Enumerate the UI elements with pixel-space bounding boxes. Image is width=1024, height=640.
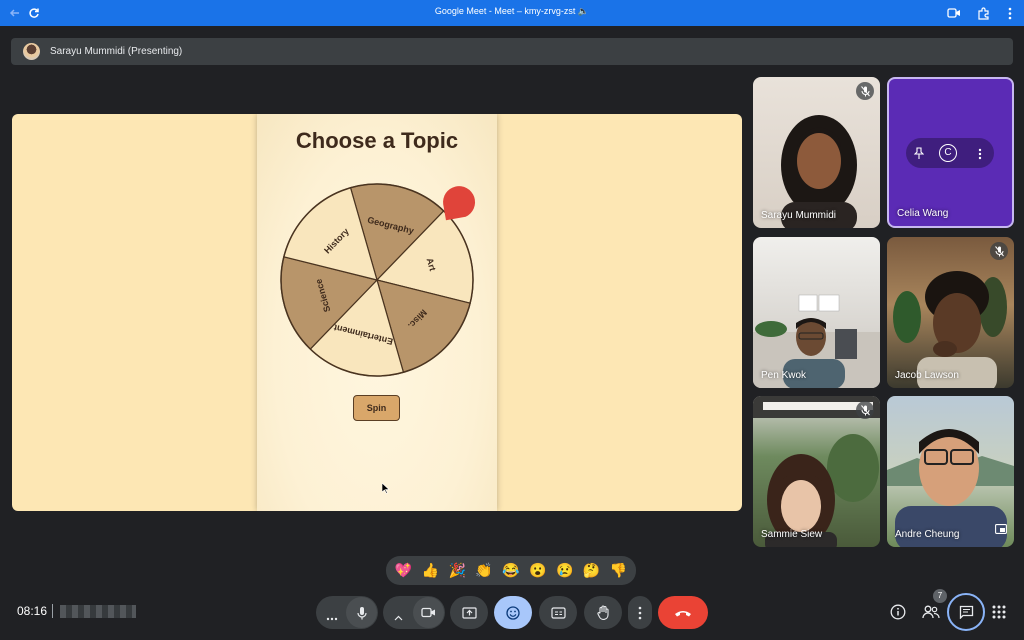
camera-icon bbox=[421, 607, 435, 618]
raise-hand-button[interactable] bbox=[584, 596, 622, 629]
presenter-avatar bbox=[23, 43, 40, 60]
reaction-thumbs-up[interactable]: 👍 bbox=[419, 562, 441, 579]
reaction-bar: 💖 👍 🎉 👏 😂 😮 😢 🤔 👎 bbox=[386, 556, 636, 585]
mic-control-group bbox=[316, 596, 378, 629]
chat-icon bbox=[959, 605, 973, 619]
reaction-laugh[interactable]: 😂 bbox=[500, 562, 522, 579]
participant-tile[interactable]: Sarayu Mummidi bbox=[753, 77, 880, 228]
participant-tile[interactable]: C Celia Wang bbox=[887, 77, 1014, 228]
tile-hover-controls: C bbox=[906, 138, 994, 168]
shared-screen[interactable]: Choose a Topic Geography Art Misc. Entertai… bbox=[12, 114, 742, 511]
participant-video bbox=[753, 396, 880, 547]
reaction-surprised[interactable]: 😮 bbox=[527, 562, 549, 579]
presenting-banner: Sarayu Mummidi (Presenting) bbox=[11, 38, 1013, 65]
people-icon bbox=[922, 605, 940, 619]
participant-name: Celia Wang bbox=[897, 208, 949, 219]
window-titlebar: Google Meet - Meet – kmy-zrvg-zst 🔈 bbox=[0, 0, 1024, 26]
more-vert-icon bbox=[638, 606, 642, 619]
participant-tile[interactable]: Jacob Lawson bbox=[887, 237, 1014, 388]
reaction-heart[interactable]: 💖 bbox=[392, 562, 414, 579]
leave-call-button[interactable] bbox=[658, 596, 708, 629]
captions-icon bbox=[550, 606, 566, 619]
camera-control-group bbox=[383, 596, 445, 629]
spin-button[interactable]: Spin bbox=[353, 395, 400, 421]
participant-name: Jacob Lawson bbox=[895, 370, 959, 381]
presenter-label: Sarayu Mummidi (Presenting) bbox=[50, 46, 183, 57]
microphone-button[interactable] bbox=[346, 597, 377, 628]
captions-button[interactable] bbox=[539, 596, 577, 629]
present-screen-button[interactable] bbox=[450, 596, 488, 629]
participant-tile[interactable]: Andre Cheung bbox=[887, 396, 1014, 547]
more-options-button[interactable] bbox=[628, 596, 652, 629]
participant-avatar: C bbox=[939, 144, 957, 162]
divider bbox=[52, 604, 53, 618]
meeting-clock: 08:16 bbox=[17, 604, 48, 618]
end-call-icon bbox=[675, 610, 691, 616]
reaction-sad[interactable]: 😢 bbox=[554, 562, 576, 579]
chevron-up-icon[interactable] bbox=[394, 608, 403, 626]
redacted-meeting-code bbox=[60, 605, 136, 618]
camera-icon[interactable] bbox=[945, 4, 963, 22]
pin-icon[interactable] bbox=[913, 146, 925, 164]
participant-video bbox=[893, 271, 1007, 388]
reaction-party[interactable]: 🎉 bbox=[446, 562, 468, 579]
mic-off-icon bbox=[856, 401, 874, 419]
mouse-cursor-icon bbox=[382, 483, 390, 494]
meeting-details-button[interactable] bbox=[886, 600, 910, 624]
people-button[interactable] bbox=[919, 600, 943, 624]
present-screen-icon bbox=[461, 606, 477, 619]
reaction-thinking[interactable]: 🤔 bbox=[581, 562, 603, 579]
mic-off-icon bbox=[990, 242, 1008, 260]
chat-button[interactable] bbox=[947, 593, 985, 631]
topic-wheel-panel: Choose a Topic Geography Art Misc. Entertai… bbox=[257, 114, 497, 511]
reactions-button[interactable] bbox=[494, 596, 532, 629]
more-audio-options-icon[interactable] bbox=[326, 608, 338, 626]
pointer-marker bbox=[443, 186, 476, 221]
participant-count-badge: 7 bbox=[933, 589, 947, 603]
reaction-thumbs-down[interactable]: 👎 bbox=[607, 562, 629, 579]
picture-in-picture-icon bbox=[995, 521, 1007, 539]
participant-name: Sammie Siew bbox=[761, 529, 823, 540]
info-icon bbox=[890, 604, 906, 620]
more-options-icon[interactable] bbox=[978, 147, 982, 165]
extensions-icon[interactable] bbox=[974, 4, 992, 22]
participant-tile[interactable]: Pen Kwok bbox=[753, 237, 880, 388]
participant-video bbox=[753, 294, 880, 388]
emoji-icon bbox=[506, 605, 520, 620]
window-title: Google Meet - Meet – kmy-zrvg-zst 🔈 bbox=[434, 6, 590, 16]
activities-button[interactable] bbox=[987, 600, 1011, 624]
hand-icon bbox=[596, 605, 609, 620]
more-vert-icon[interactable] bbox=[1001, 4, 1019, 22]
mic-off-icon bbox=[856, 82, 874, 100]
participant-name: Andre Cheung bbox=[895, 529, 960, 540]
microphone-icon bbox=[356, 606, 367, 619]
reaction-clap[interactable]: 👏 bbox=[473, 562, 495, 579]
apps-grid-icon bbox=[992, 605, 1006, 619]
camera-button[interactable] bbox=[413, 597, 444, 628]
participant-video bbox=[781, 115, 857, 228]
participant-tile[interactable]: Sammie Siew bbox=[753, 396, 880, 547]
topic-wheel: GeographyArtMisc.EntertainmentScienceHis… bbox=[280, 183, 476, 377]
participant-name: Sarayu Mummidi bbox=[761, 210, 837, 221]
participant-name: Pen Kwok bbox=[761, 370, 807, 381]
